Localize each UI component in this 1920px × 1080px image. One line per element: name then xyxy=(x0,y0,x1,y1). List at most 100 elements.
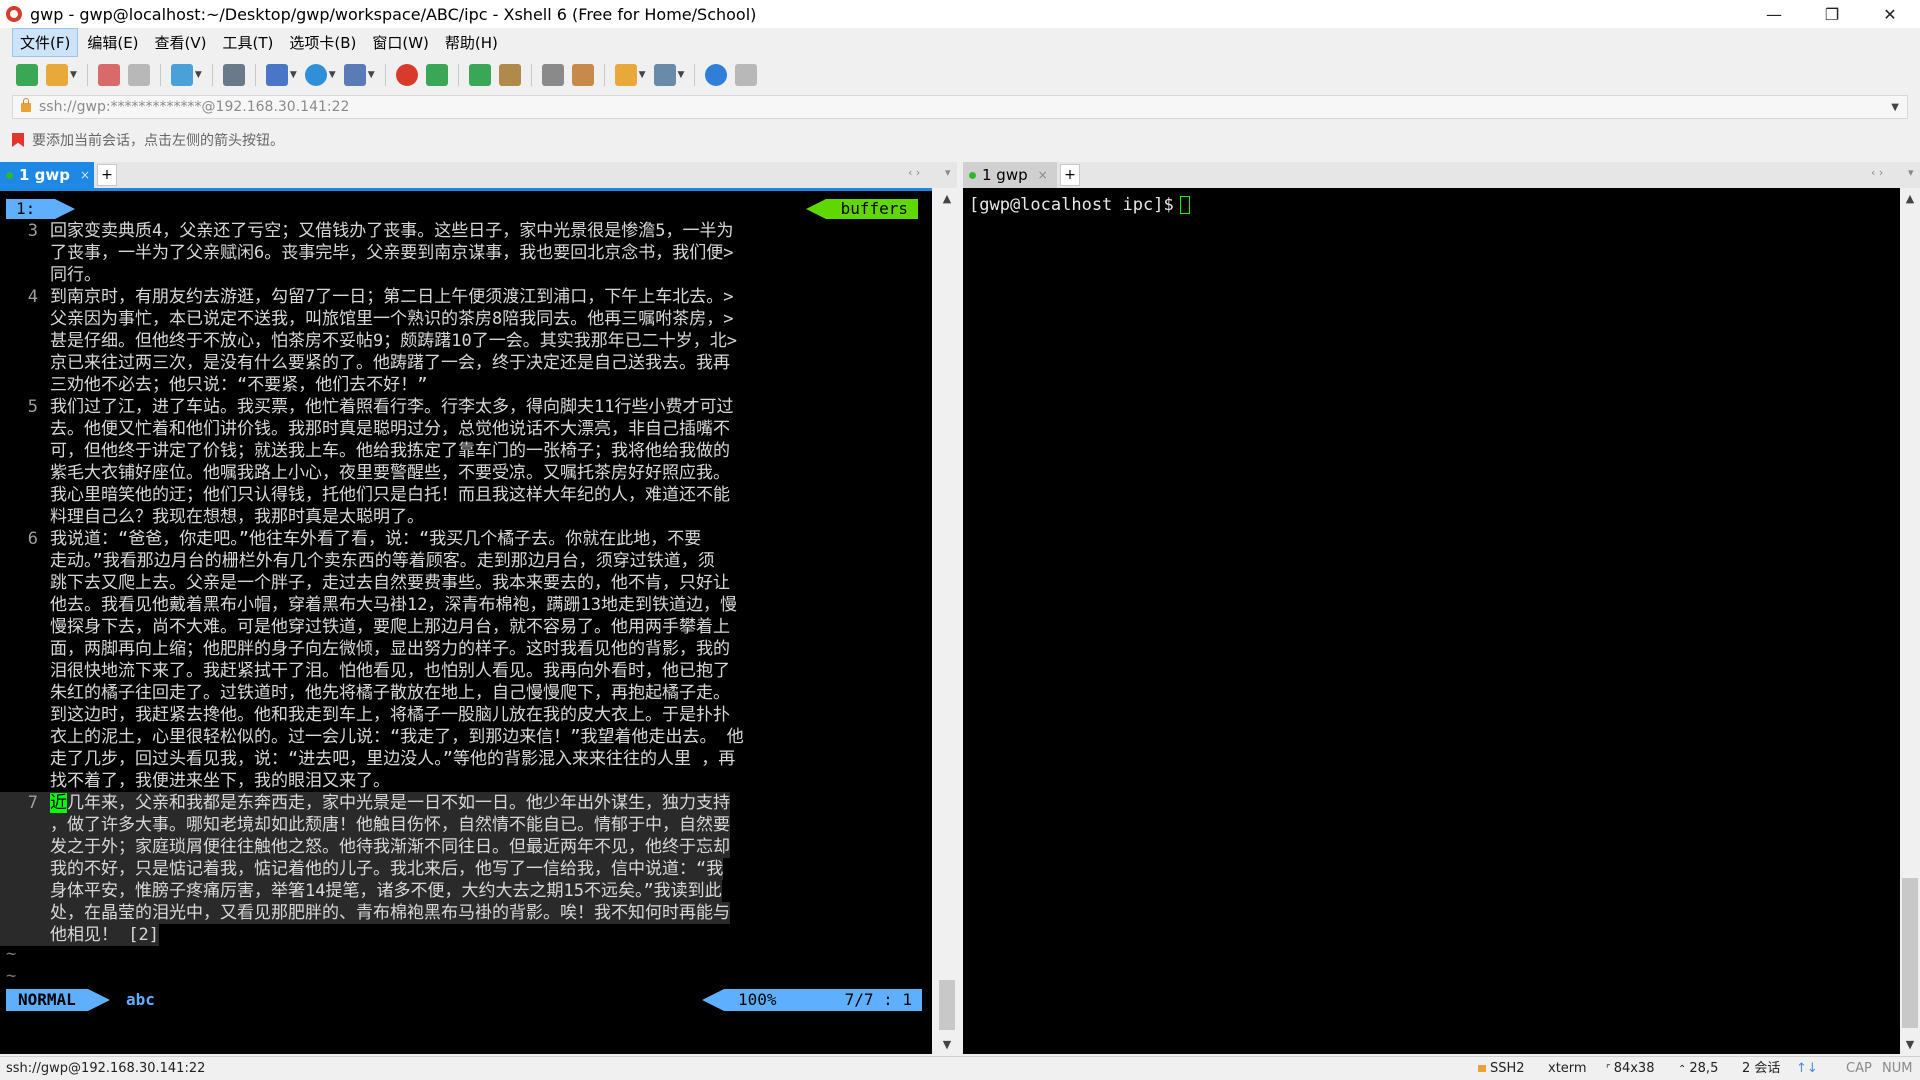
address-dropdown-icon[interactable]: ▼ xyxy=(1891,102,1899,113)
disconnect-icon[interactable] xyxy=(127,64,150,86)
add-folder-dropdown-icon[interactable]: ▼ xyxy=(639,70,646,80)
bookmark-icon[interactable] xyxy=(12,133,24,147)
new-tab-button[interactable]: + xyxy=(1060,164,1080,186)
vim-line-text: 找不着了，我便进来坐下，我的眼泪又来了。 xyxy=(50,771,390,791)
menu-file[interactable]: 文件(F) xyxy=(12,27,79,57)
new-session-icon[interactable] xyxy=(16,64,38,86)
address-bar[interactable]: ssh://gwp:*************@192.168.30.141:2… xyxy=(12,95,1908,119)
vim-line-text: 到南京时，有朋友约去游逛，勾留7了一日；第二日上午便须渡江到浦口，下午上车北去。… xyxy=(50,287,734,307)
tab-list-dropdown-icon[interactable]: ▾ xyxy=(1908,166,1914,179)
keyboard-icon[interactable] xyxy=(541,64,564,86)
tab-left-gwp[interactable]: 1 gwp × xyxy=(0,162,94,188)
menu-view[interactable]: 查看(V) xyxy=(148,29,214,56)
chat-icon[interactable] xyxy=(735,64,758,86)
new-tab-button[interactable]: + xyxy=(97,164,117,186)
tab-label: 1 gwp xyxy=(19,166,70,184)
menu-help[interactable]: 帮助(H) xyxy=(438,29,505,56)
close-button[interactable]: ✕ xyxy=(1862,0,1918,28)
vim-line-text: 泪很快地流下来了。我赶紧拭干了泪。怕他看见，也怕别人看见。我再向外看时，他已抱了 xyxy=(50,661,730,681)
new-tab-icon[interactable] xyxy=(170,64,193,86)
script-icon[interactable] xyxy=(571,64,594,86)
vim-line-text: 近几年来，父亲和我都是东奔西走，家中光景是一日不如一日。他少年出外谋生，独力支持 xyxy=(50,793,730,813)
tab-scroll-icon[interactable]: ‹ › xyxy=(908,166,920,179)
scroll-thumb[interactable] xyxy=(1902,878,1918,1028)
vim-line-number: 5 xyxy=(27,397,38,417)
globe-dropdown-icon[interactable]: ▼ xyxy=(329,70,336,80)
status-num: NUM xyxy=(1882,1061,1913,1076)
menu-tabs[interactable]: 选项卡(B) xyxy=(282,29,363,56)
globe-icon[interactable] xyxy=(304,64,327,86)
vim-text-line: 泪很快地流下来了。我赶紧拭干了泪。怕他看见，也怕别人看见。我再向外看时，他已抱了 xyxy=(0,660,730,682)
vim-buffers-label: buffers xyxy=(806,199,918,219)
tab-close-icon[interactable]: × xyxy=(80,168,90,182)
vim-line-number: 3 xyxy=(27,221,38,241)
right-tab-bar: 1 gwp × + ‹ › ▾ xyxy=(963,162,1920,188)
menu-edit[interactable]: 编辑(E) xyxy=(80,29,145,56)
vim-line-text: 回家变卖典质4，父亲还了亏空；又借钱办了丧事。这些日子，家中光景很是惨澹5，一半… xyxy=(50,221,734,241)
reconnect-icon[interactable] xyxy=(97,64,120,86)
search-icon[interactable] xyxy=(222,64,245,86)
vim-text-line: 走动。”我看那边月台的栅栏外有几个卖东西的等着顾客。走到那边月台，须穿过铁道，须 xyxy=(0,550,715,572)
toolbar: ▼ ▼ ▼ ▼ ▼ ▼ ▼ xyxy=(0,58,1920,92)
shell-prompt-line: [gwp@localhost ipc]$ xyxy=(969,195,1190,215)
menu-window[interactable]: 窗口(W) xyxy=(365,29,436,56)
vim-editor[interactable]: 1: abc buffers 3 回家变卖典质4，父亲还了亏空；又借钱办了丧事。这… xyxy=(0,191,932,1054)
open-folder-icon[interactable] xyxy=(46,64,68,86)
upload-download-icon: ↑↓ xyxy=(1796,1061,1818,1076)
scroll-thumb[interactable] xyxy=(939,980,955,1030)
properties-icon[interactable] xyxy=(265,64,288,86)
xshell-app-icon[interactable] xyxy=(6,6,22,22)
layout-dropdown-icon[interactable]: ▼ xyxy=(678,70,685,80)
scroll-down-icon[interactable]: ▼ xyxy=(1900,1034,1920,1054)
vim-line-text: 走了几步，回过头看见我，说：“进去吧，里边没人。”等他的背影混入来来往往的人里 … xyxy=(50,749,736,769)
xshell-transfer-icon[interactable] xyxy=(425,64,448,86)
toolbar-separator xyxy=(457,64,459,86)
new-tab-dropdown-icon[interactable]: ▼ xyxy=(195,70,202,80)
tab-scroll-icon[interactable]: ‹ › xyxy=(1871,166,1883,179)
vim-buffer-tab[interactable]: 1: abc xyxy=(6,199,75,238)
vim-text-line: 去。他便又忙着和他们讲价钱。我那时真是聪明过分，总觉他说话不大漂亮，非自己插嘴不 xyxy=(0,418,730,440)
add-folder-icon[interactable] xyxy=(614,64,637,86)
vim-cursor: 近 xyxy=(50,793,67,813)
shell-prompt: [gwp@localhost ipc]$ xyxy=(969,195,1174,215)
tab-close-icon[interactable]: × xyxy=(1038,168,1048,182)
vim-text-line: 5 我们过了江，进了车站。我买票，他忙着照看行李。行李太多，得向脚夫11行些小费才… xyxy=(0,396,734,418)
left-terminal-pane[interactable]: 1: abc buffers 3 回家变卖典质4，父亲还了亏空；又借钱办了丧事。这… xyxy=(0,188,932,1054)
vim-line-text: 走动。”我看那边月台的栅栏外有几个卖东西的等着顾客。走到那边月台，须穿过铁道，须 xyxy=(50,551,715,571)
lock-icon xyxy=(1478,1065,1486,1072)
vim-line-text: 同行。 xyxy=(50,265,101,285)
minimize-button[interactable]: — xyxy=(1746,0,1802,28)
tab-label: 1 gwp xyxy=(982,166,1028,184)
vim-text-line: ，做了许多大事。哪知老境却如此颓唐！他触目伤怀，自然情不能自已。情郁于中，自然要 xyxy=(0,814,730,836)
scroll-up-icon[interactable]: ▲ xyxy=(1900,188,1920,208)
tab-right-gwp[interactable]: 1 gwp × xyxy=(963,162,1057,188)
vim-statusline: NORMAL abc 100% 7/7 : 1 xyxy=(6,989,922,1011)
help-icon[interactable] xyxy=(705,64,728,86)
lock-icon[interactable] xyxy=(498,64,521,86)
toolbar-separator xyxy=(384,64,386,86)
vim-line-text: ，做了许多大事。哪知老境却如此颓唐！他触目伤怀，自然情不能自已。情郁于中，自然要 xyxy=(50,815,730,835)
status-size-text: 84x38 xyxy=(1613,1061,1655,1076)
restore-button[interactable]: ❐ xyxy=(1804,0,1860,28)
vim-text-line: 父亲因为事忙，本已说定不送我，叫旅馆里一个熟识的茶房8陪我同去。他再三嘱咐茶房，… xyxy=(0,308,733,330)
open-dropdown-icon[interactable]: ▼ xyxy=(70,70,77,80)
toolbar-separator xyxy=(211,64,213,86)
vim-text-line: 朱红的橘子往回走了。过铁道时，他先将橘子散放在地上，自己慢慢爬下，再抱起橘子走。 xyxy=(0,682,730,704)
left-scrollbar[interactable]: ▲ ▼ xyxy=(937,188,957,1054)
right-terminal-pane[interactable]: [gwp@localhost ipc]$ xyxy=(963,188,1900,1054)
vim-line-text: 身体平安，惟膀子疼痛厉害，举箸14提笔，诸多不便，大约大去之期15不远矣。”我读… xyxy=(50,881,722,901)
properties-dropdown-icon[interactable]: ▼ xyxy=(290,70,297,80)
font-dropdown-icon[interactable]: ▼ xyxy=(368,70,375,80)
scroll-down-icon[interactable]: ▼ xyxy=(937,1034,957,1054)
fullscreen-icon[interactable] xyxy=(468,64,491,86)
vim-text-line: 衣上的泥土，心里很轻松似的。过一会儿说：“我走了，到那边来信！”我望着他走出去。… xyxy=(0,726,744,748)
font-icon[interactable] xyxy=(343,64,366,86)
menu-tools[interactable]: 工具(T) xyxy=(216,29,281,56)
vim-line-text: 我心里暗笑他的迂；他们只认得钱，托他们只是白托！而且我这样大年纪的人，难道还不能 xyxy=(50,485,730,505)
vim-text-line: 找不着了，我便进来坐下，我的眼泪又来了。 xyxy=(0,770,390,792)
xftp-icon[interactable] xyxy=(395,64,418,86)
scroll-up-icon[interactable]: ▲ xyxy=(937,188,957,208)
layout-icon[interactable] xyxy=(653,64,676,86)
right-scrollbar[interactable]: ▲ ▼ xyxy=(1900,188,1920,1054)
tab-list-dropdown-icon[interactable]: ▾ xyxy=(945,166,951,179)
